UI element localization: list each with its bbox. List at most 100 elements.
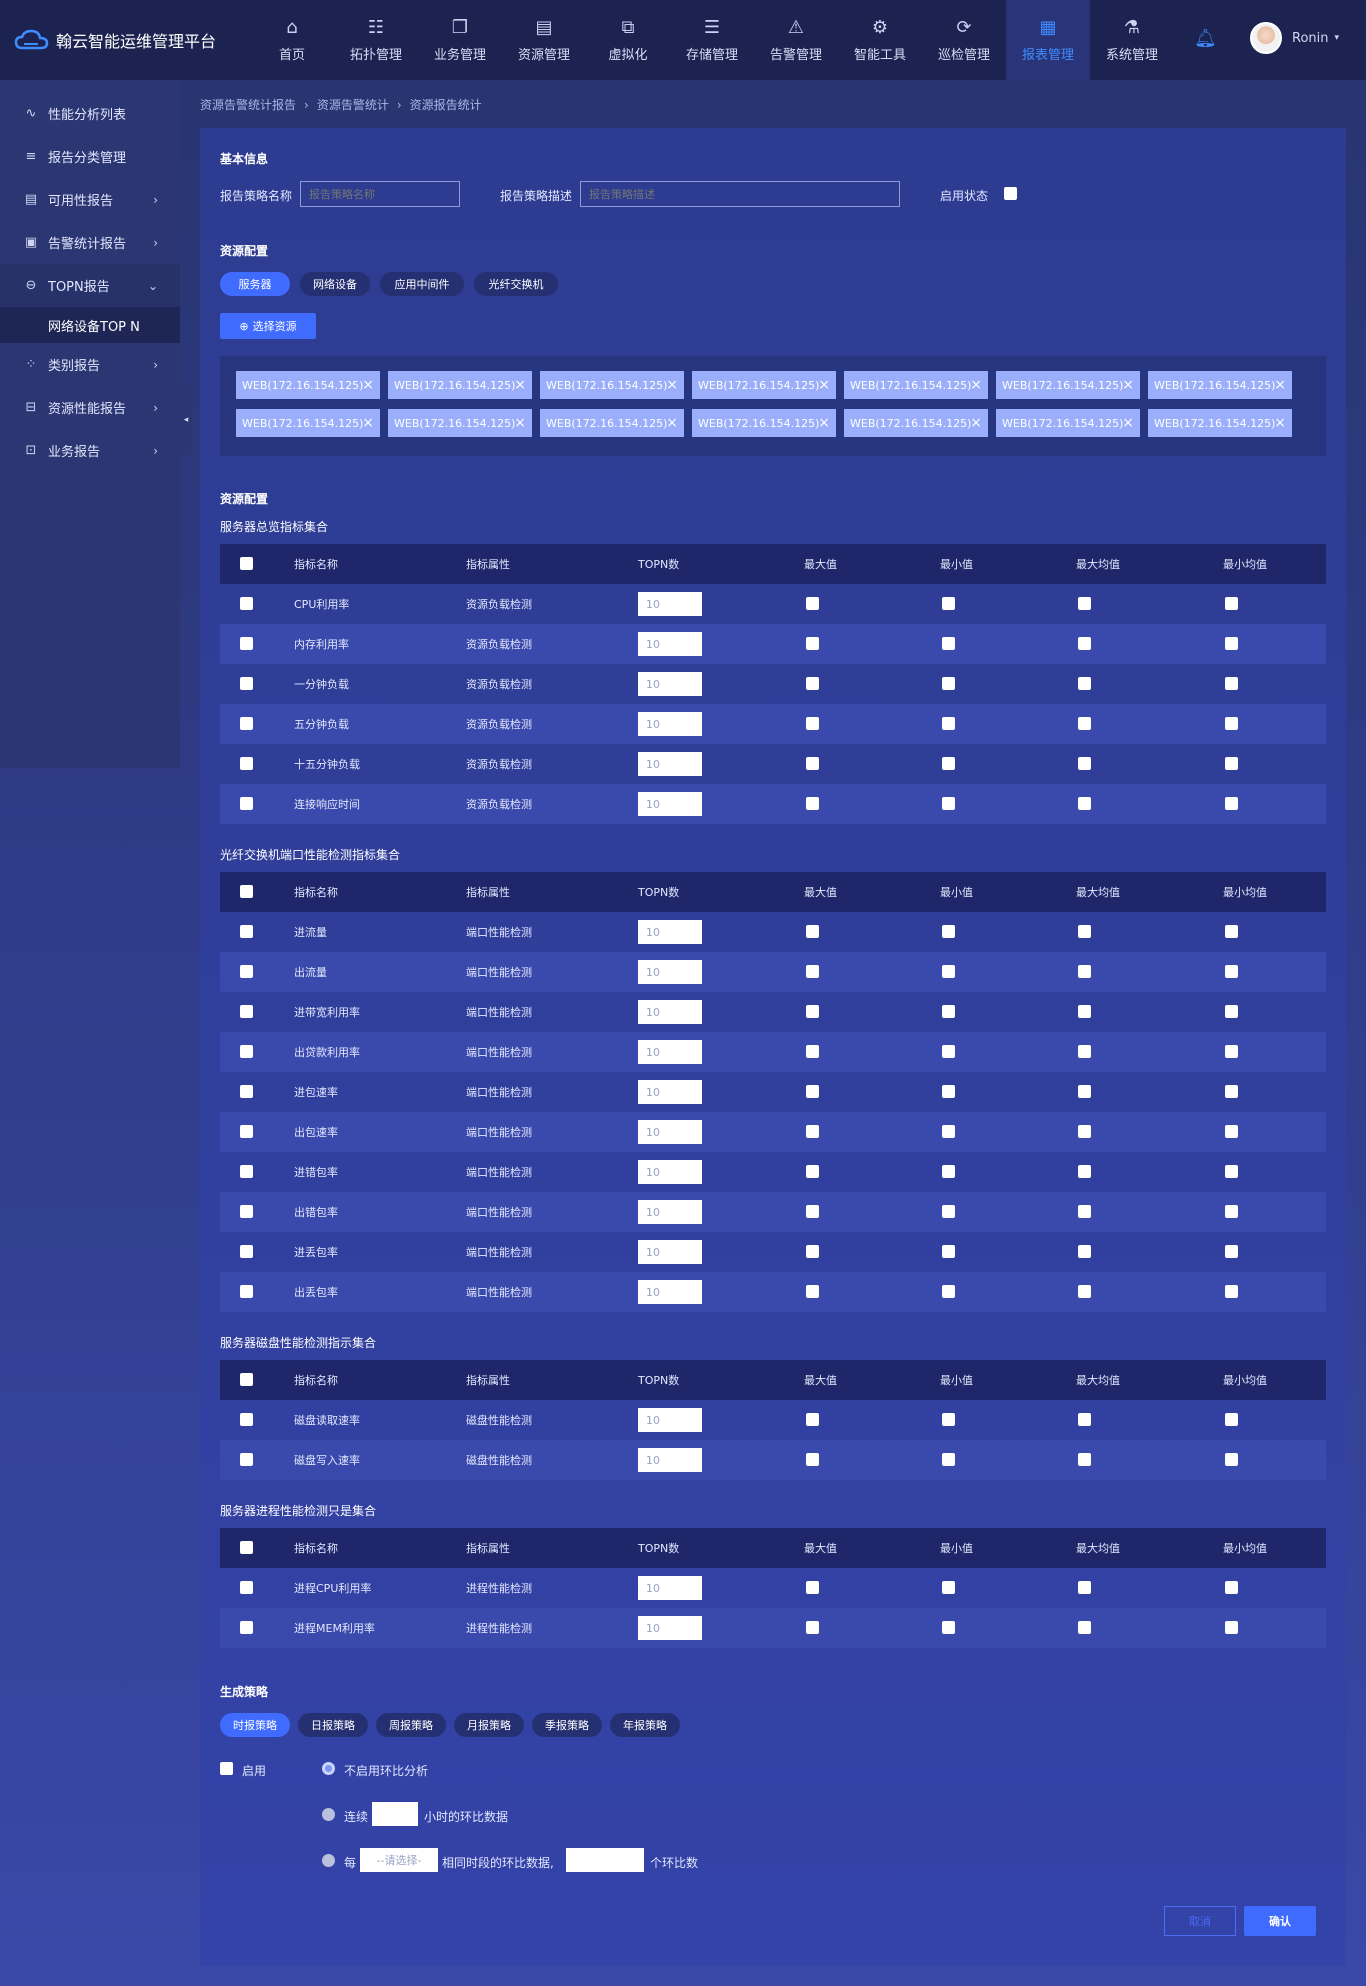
ratio-count-input[interactable] [566, 1848, 644, 1872]
topn-input[interactable]: 10 [638, 792, 702, 816]
stat-checkbox[interactable] [1225, 1005, 1238, 1018]
select-all-checkbox[interactable] [240, 1541, 253, 1554]
stat-checkbox[interactable] [1078, 717, 1091, 730]
close-icon[interactable]: × [666, 415, 678, 431]
strategy-tab[interactable]: 季报策略 [532, 1713, 602, 1737]
cancel-button[interactable]: 取消 [1164, 1906, 1236, 1936]
stat-checkbox[interactable] [1225, 797, 1238, 810]
stat-checkbox[interactable] [942, 717, 955, 730]
nav-item[interactable]: ☷ 拓扑管理 [334, 0, 418, 80]
resource-tab[interactable]: 应用中间件 [380, 272, 464, 296]
nav-item[interactable]: ⚠ 告警管理 [754, 0, 838, 80]
stat-checkbox[interactable] [1078, 1413, 1091, 1426]
user-menu[interactable]: Ronin ▾ [1250, 22, 1339, 54]
stat-checkbox[interactable] [942, 1581, 955, 1594]
stat-checkbox[interactable] [1078, 1621, 1091, 1634]
stat-checkbox[interactable] [1078, 1205, 1091, 1218]
sidebar-subitem-network-topn[interactable]: 网络设备TOP N [0, 307, 180, 343]
confirm-button[interactable]: 确认 [1244, 1906, 1316, 1936]
topn-input[interactable]: 10 [638, 1200, 702, 1224]
stat-checkbox[interactable] [1225, 1245, 1238, 1258]
resource-tag[interactable]: WEB(172.16.154.125) × [1148, 409, 1292, 437]
resource-tag[interactable]: WEB(172.16.154.125) × [1148, 371, 1292, 399]
topn-input[interactable]: 10 [638, 1160, 702, 1184]
resource-tag[interactable]: WEB(172.16.154.125) × [388, 409, 532, 437]
stat-checkbox[interactable] [942, 1245, 955, 1258]
nav-item[interactable]: ☰ 存储管理 [670, 0, 754, 80]
stat-checkbox[interactable] [806, 757, 819, 770]
topn-input[interactable]: 10 [638, 672, 702, 696]
sidebar-item[interactable]: ⊡ 业务报告 › [0, 429, 180, 472]
row-checkbox[interactable] [240, 717, 253, 730]
stat-checkbox[interactable] [1078, 1045, 1091, 1058]
row-checkbox[interactable] [240, 1085, 253, 1098]
nav-item[interactable]: ⚗ 系统管理 [1090, 0, 1174, 80]
topn-input[interactable]: 10 [638, 1408, 702, 1432]
hours-input[interactable] [372, 1802, 418, 1826]
row-checkbox[interactable] [240, 1285, 253, 1298]
stat-checkbox[interactable] [1078, 1245, 1091, 1258]
stat-checkbox[interactable] [1225, 1285, 1238, 1298]
stat-checkbox[interactable] [1225, 1045, 1238, 1058]
resource-tag[interactable]: WEB(172.16.154.125) × [996, 409, 1140, 437]
stat-checkbox[interactable] [942, 1165, 955, 1178]
breadcrumb-item[interactable]: 资源告警统计报告 [200, 98, 296, 112]
stat-checkbox[interactable] [1078, 1005, 1091, 1018]
stat-checkbox[interactable] [1225, 597, 1238, 610]
row-checkbox[interactable] [240, 757, 253, 770]
stat-checkbox[interactable] [1225, 965, 1238, 978]
stat-checkbox[interactable] [942, 1005, 955, 1018]
stat-checkbox[interactable] [806, 677, 819, 690]
every-radio[interactable] [322, 1854, 335, 1867]
stat-checkbox[interactable] [1078, 1285, 1091, 1298]
stat-checkbox[interactable] [1225, 1581, 1238, 1594]
nav-item[interactable]: ⧉ 虚拟化 [586, 0, 670, 80]
resource-tag[interactable]: WEB(172.16.154.125) × [844, 409, 988, 437]
nav-item[interactable]: ▤ 资源管理 [502, 0, 586, 80]
stat-checkbox[interactable] [942, 1413, 955, 1426]
stat-checkbox[interactable] [1225, 1085, 1238, 1098]
stat-checkbox[interactable] [806, 1285, 819, 1298]
stat-checkbox[interactable] [1078, 925, 1091, 938]
stat-checkbox[interactable] [942, 1045, 955, 1058]
stat-checkbox[interactable] [1078, 597, 1091, 610]
sidebar-item[interactable]: ⊖ TOPN报告 ⌄ [0, 264, 180, 307]
row-checkbox[interactable] [240, 1045, 253, 1058]
close-icon[interactable]: × [514, 377, 526, 393]
resource-tag[interactable]: WEB(172.16.154.125) × [996, 371, 1140, 399]
row-checkbox[interactable] [240, 1621, 253, 1634]
stat-checkbox[interactable] [806, 1165, 819, 1178]
stat-checkbox[interactable] [1225, 757, 1238, 770]
close-icon[interactable]: × [970, 377, 982, 393]
row-checkbox[interactable] [240, 1165, 253, 1178]
row-checkbox[interactable] [240, 1413, 253, 1426]
select-all-checkbox[interactable] [240, 1373, 253, 1386]
stat-checkbox[interactable] [1225, 1453, 1238, 1466]
stat-checkbox[interactable] [806, 637, 819, 650]
topn-input[interactable]: 10 [638, 1576, 702, 1600]
logo[interactable]: 翰云智能运维管理平台 [0, 28, 250, 52]
resource-tag[interactable]: WEB(172.16.154.125) × [844, 371, 988, 399]
topn-input[interactable]: 10 [638, 1280, 702, 1304]
row-checkbox[interactable] [240, 677, 253, 690]
topn-input[interactable]: 10 [638, 1080, 702, 1104]
row-checkbox[interactable] [240, 1453, 253, 1466]
close-icon[interactable]: × [1274, 415, 1286, 431]
row-checkbox[interactable] [240, 1205, 253, 1218]
stat-checkbox[interactable] [942, 1205, 955, 1218]
row-checkbox[interactable] [240, 925, 253, 938]
stat-checkbox[interactable] [1225, 925, 1238, 938]
topn-input[interactable]: 10 [638, 752, 702, 776]
stat-checkbox[interactable] [806, 797, 819, 810]
stat-checkbox[interactable] [1078, 1581, 1091, 1594]
strategy-tab[interactable]: 日报策略 [298, 1713, 368, 1737]
stat-checkbox[interactable] [942, 677, 955, 690]
topn-input[interactable]: 10 [638, 592, 702, 616]
nav-item[interactable]: ⌂ 首页 [250, 0, 334, 80]
stat-checkbox[interactable] [1225, 1205, 1238, 1218]
close-icon[interactable]: × [1122, 415, 1134, 431]
row-checkbox[interactable] [240, 637, 253, 650]
stat-checkbox[interactable] [942, 1285, 955, 1298]
select-resource-button[interactable]: ⊕ 选择资源 [220, 313, 316, 339]
stat-checkbox[interactable] [806, 1413, 819, 1426]
